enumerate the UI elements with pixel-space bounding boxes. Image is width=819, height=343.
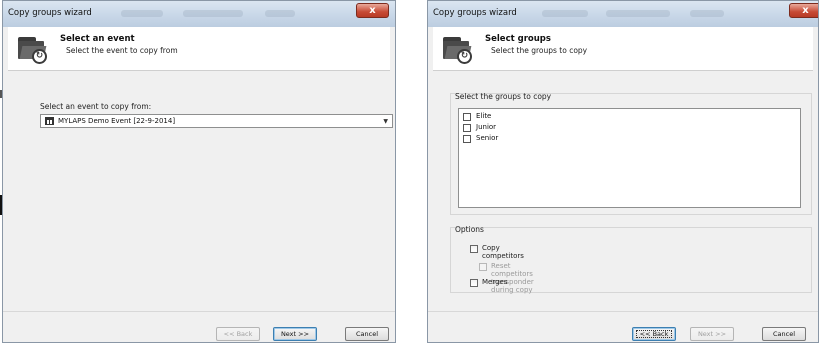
checkbox-box[interactable] [470, 245, 478, 253]
checkbox-box[interactable] [470, 279, 478, 287]
step-subtitle: Select the groups to copy [491, 46, 588, 55]
wizard-footer [428, 311, 818, 342]
copy-competitors-label: Copy competitors [482, 244, 524, 260]
merges-label: Merges [482, 278, 508, 286]
checkbox-box[interactable] [479, 263, 487, 271]
title-bar[interactable]: Copy groups wizard x [428, 1, 818, 27]
window-title: Copy groups wizard [433, 8, 517, 18]
folder-copy-icon: ↻ [18, 35, 48, 65]
group-checkbox[interactable] [463, 113, 471, 121]
chevron-down-icon[interactable]: ▼ [383, 118, 388, 125]
event-select-label: Select an event to copy from: [40, 102, 152, 111]
window-title: Copy groups wizard [8, 8, 92, 18]
wizard-header: ↻ Select an event Select the event to co… [8, 27, 390, 71]
next-button[interactable]: Next >> [273, 327, 317, 341]
close-icon: x [369, 5, 376, 16]
title-bar[interactable]: Copy groups wizard x [3, 1, 395, 27]
wizard-footer [3, 311, 395, 342]
wizard-window-select-event: Copy groups wizard x ↻ Select an event S… [2, 0, 396, 343]
calendar-icon [45, 117, 54, 125]
title-bar-blur [542, 10, 588, 17]
wizard-window-select-groups: Copy groups wizard x ↻ Select groups Sel… [427, 0, 819, 343]
options-label: Options [455, 225, 484, 234]
title-bar-blur [606, 10, 670, 17]
cancel-button[interactable]: Cancel [762, 327, 806, 341]
back-button[interactable]: << Back [216, 327, 260, 341]
event-select-value: MYLAPS Demo Event [22-9-2014] [58, 117, 176, 125]
step-title: Select groups [485, 34, 551, 44]
close-icon: x [802, 5, 809, 16]
title-bar-blur [121, 10, 163, 17]
group-checkbox[interactable] [463, 124, 471, 132]
step-title: Select an event [60, 34, 135, 44]
title-bar-blur [690, 10, 724, 17]
back-button[interactable]: << Back [632, 327, 676, 341]
title-bar-blur [265, 10, 295, 17]
cancel-button[interactable]: Cancel [345, 327, 389, 341]
groups-list[interactable]: Elite Junior Senior [458, 108, 801, 208]
close-button[interactable]: x [789, 3, 818, 18]
event-select[interactable]: MYLAPS Demo Event [22-9-2014] ▼ [40, 114, 393, 128]
group-label: Elite [476, 112, 492, 120]
groups-label: Select the groups to copy [455, 92, 552, 101]
close-button[interactable]: x [356, 3, 389, 18]
folder-copy-icon: ↻ [443, 35, 473, 65]
step-subtitle: Select the event to copy from [66, 46, 178, 55]
group-label: Senior [476, 134, 499, 142]
next-button[interactable]: Next >> [690, 327, 734, 341]
group-checkbox[interactable] [463, 135, 471, 143]
group-label: Junior [476, 123, 497, 131]
title-bar-blur [183, 10, 243, 17]
wizard-header: ↻ Select groups Select the groups to cop… [433, 27, 813, 71]
